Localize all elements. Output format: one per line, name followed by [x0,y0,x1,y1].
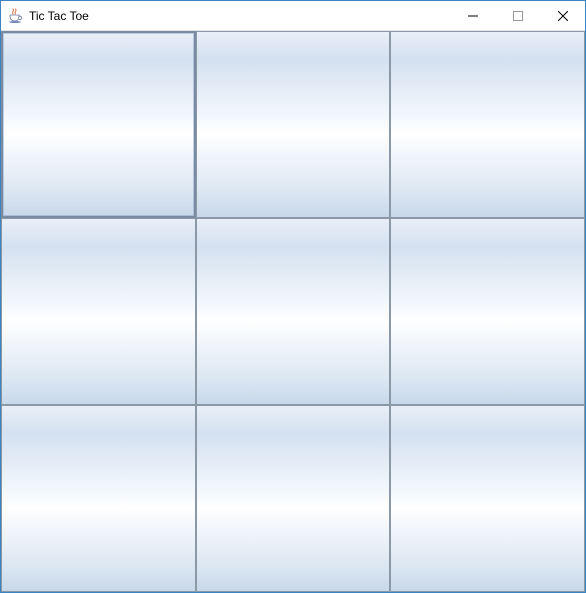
close-icon [558,11,568,21]
maximize-button [495,1,540,30]
java-cup-icon [7,8,23,24]
cell-0-0[interactable] [1,31,196,218]
window-title: Tic Tac Toe [29,1,450,31]
maximize-icon [513,11,523,21]
cell-1-0[interactable] [1,218,196,405]
cell-0-2[interactable] [390,31,585,218]
app-window: Tic Tac Toe [0,0,586,593]
cell-2-1[interactable] [196,405,391,592]
minimize-icon [468,11,478,21]
cell-0-1[interactable] [196,31,391,218]
minimize-button[interactable] [450,1,495,30]
title-bar: Tic Tac Toe [1,1,585,31]
close-button[interactable] [540,1,585,30]
window-controls [450,1,585,30]
cell-1-2[interactable] [390,218,585,405]
cell-2-2[interactable] [390,405,585,592]
cell-2-0[interactable] [1,405,196,592]
game-board [1,31,585,592]
cell-1-1[interactable] [196,218,391,405]
